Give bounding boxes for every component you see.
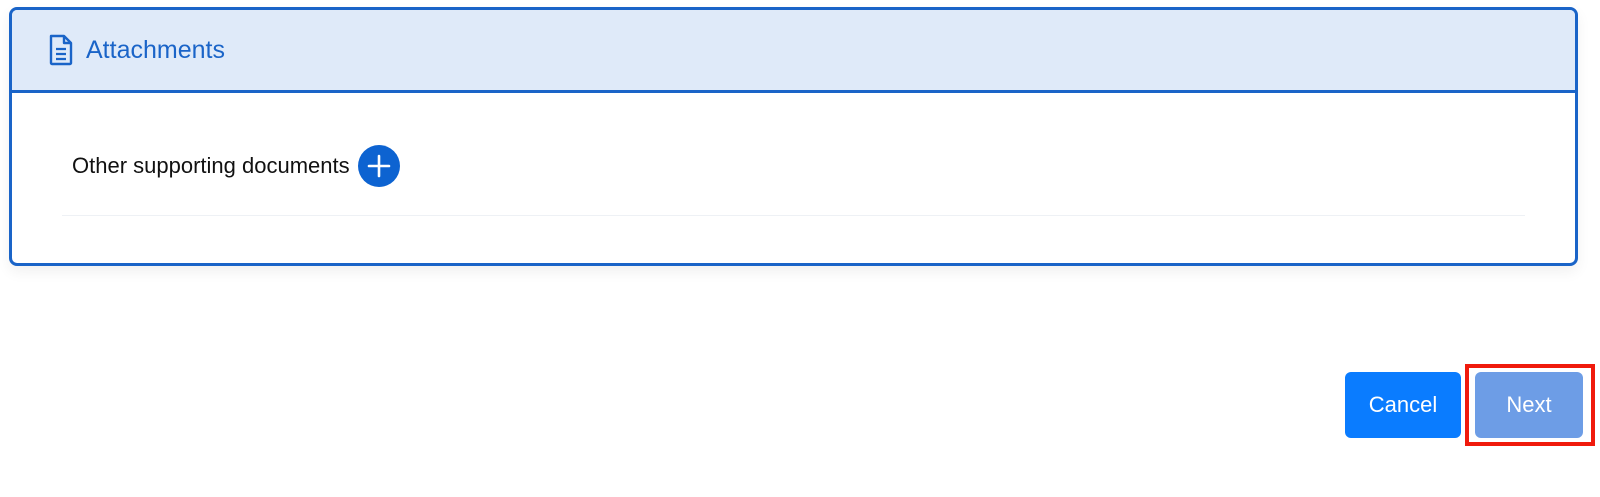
attachment-row-label: Other supporting documents bbox=[72, 153, 350, 178]
form-actions: Cancel Next bbox=[1345, 364, 1595, 446]
panel-title: Attachments bbox=[86, 35, 225, 64]
cancel-button[interactable]: Cancel bbox=[1345, 372, 1461, 438]
next-button[interactable]: Next bbox=[1475, 372, 1583, 438]
panel-header: Attachments bbox=[12, 10, 1575, 93]
document-icon bbox=[48, 34, 74, 66]
plus-icon bbox=[366, 153, 392, 179]
add-document-button[interactable] bbox=[357, 145, 400, 187]
next-button-wrapper: Next bbox=[1465, 364, 1595, 446]
attachments-panel: Attachments Other supporting documents bbox=[9, 7, 1578, 266]
row-divider bbox=[62, 215, 1525, 216]
attachment-row: Other supporting documents bbox=[72, 145, 400, 187]
panel-body: Other supporting documents bbox=[12, 93, 1575, 263]
